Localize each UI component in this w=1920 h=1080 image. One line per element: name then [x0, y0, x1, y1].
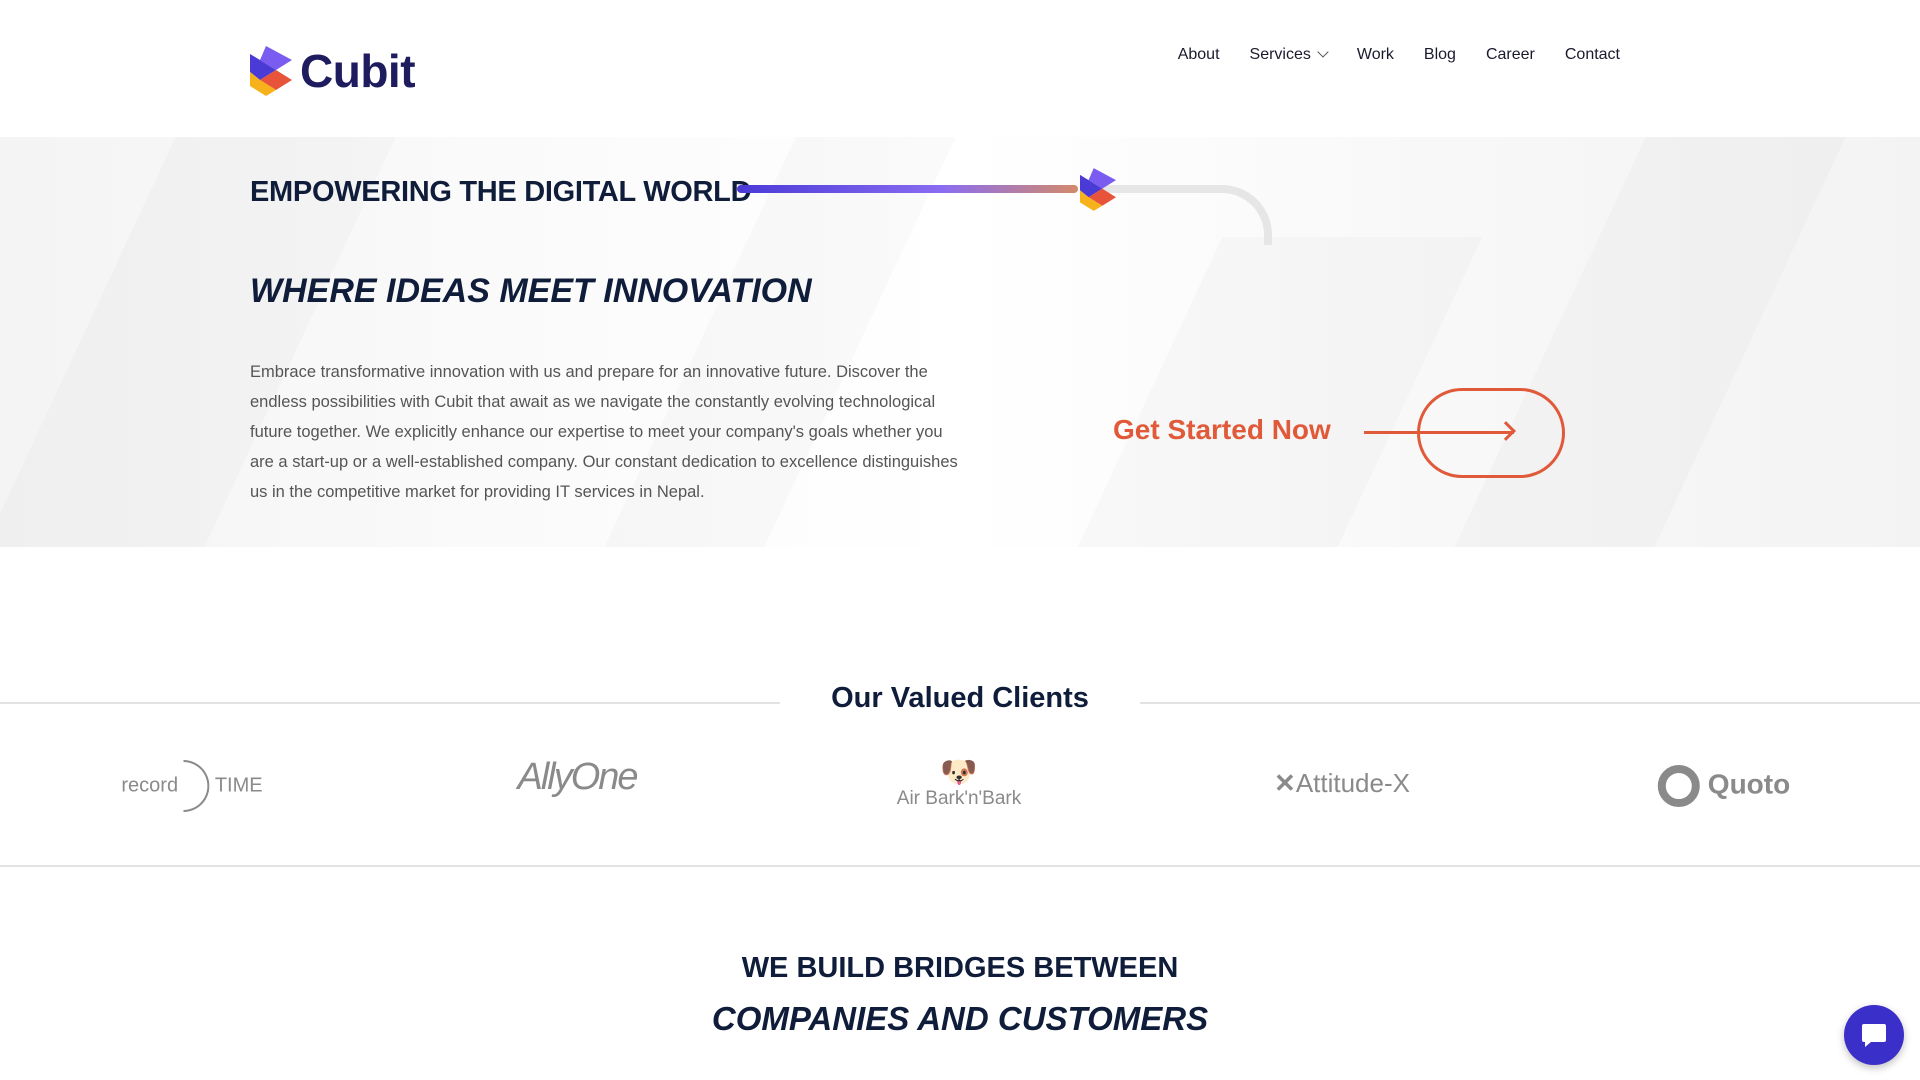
- chat-button[interactable]: [1844, 1005, 1904, 1065]
- nav-career[interactable]: Career: [1486, 46, 1535, 64]
- client-logo-recordtime: record TIME: [121, 760, 263, 812]
- nav-contact[interactable]: Contact: [1565, 46, 1620, 64]
- logo-text: Air Bark'n'Bark: [896, 788, 1022, 809]
- brand-name: Cubit: [300, 45, 416, 97]
- divider: [0, 865, 1920, 867]
- hero-headline: WHERE IDEAS MEET INNOVATION: [250, 272, 812, 310]
- client-logo-allyone: AllyOne: [517, 756, 638, 798]
- dog-icon: 🐶: [940, 756, 978, 789]
- bridges-line2: COMPANIES AND CUSTOMERS: [711, 1000, 1209, 1037]
- decorative-curve: [1100, 185, 1272, 245]
- nav-blog[interactable]: Blog: [1424, 46, 1456, 64]
- client-logo-quoto: Quoto: [1657, 765, 1791, 807]
- gradient-bar: [737, 185, 1078, 193]
- logo-text: Attitude-X: [1295, 768, 1410, 798]
- cubit-logo-icon: [250, 46, 292, 96]
- logo-text: record: [121, 774, 179, 797]
- chevron-down-icon: [1317, 46, 1329, 58]
- clients-title: Our Valued Clients: [831, 682, 1089, 714]
- clock-icon: [183, 760, 210, 812]
- nav-work[interactable]: Work: [1357, 46, 1394, 64]
- hero-description: Embrace transformative innovation with u…: [250, 363, 958, 501]
- arrow-right-icon: [1364, 431, 1514, 434]
- nav-about[interactable]: About: [1178, 46, 1220, 64]
- client-logo-airbarknbark: 🐶 Air Bark'n'Bark: [897, 758, 1021, 810]
- bridges-line1: WE BUILD BRIDGES BETWEEN: [741, 952, 1179, 984]
- logo-text: Quoto: [1707, 768, 1791, 800]
- logo-text: TIME: [214, 774, 263, 797]
- get-started-link[interactable]: Get Started Now: [1113, 414, 1331, 446]
- chat-bubble-icon: [1862, 1024, 1886, 1047]
- q-icon: [1657, 765, 1700, 807]
- cubit-mark-icon: [1080, 168, 1116, 211]
- x-icon: ✕: [1274, 768, 1296, 798]
- hero-tagline: EMPOWERING THE DIGITAL WORLD: [250, 176, 752, 208]
- client-logo-attitudex: ✕Attitude-X: [1274, 768, 1410, 799]
- main-nav: About Services Work Blog Career Contact: [1178, 46, 1620, 64]
- nav-services[interactable]: Services: [1249, 46, 1329, 64]
- logo[interactable]: Cubit: [250, 44, 416, 98]
- nav-services-label: Services: [1249, 46, 1311, 63]
